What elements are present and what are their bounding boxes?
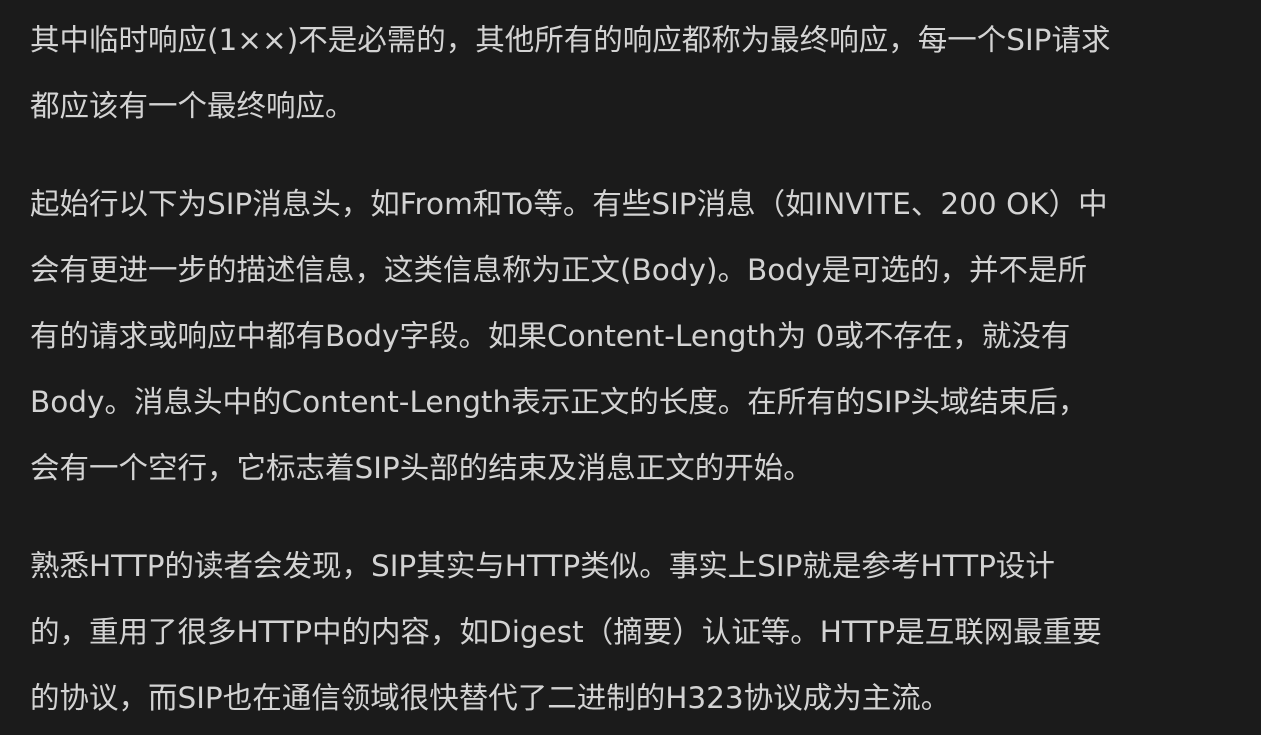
text-line: 会有一个空行，它标志着SIP头部的结束及消息正文的开始。: [30, 451, 813, 485]
paragraph-provisional-responses: 其中临时响应(1××)不是必需的，其他所有的响应都称为最终响应，每一个SIP请求…: [30, 7, 1230, 139]
paragraph-sip-vs-http: 熟悉HTTP的读者会发现，SIP其实与HTTP类似。事实上SIP就是参考HTTP…: [30, 533, 1230, 731]
text-line: 熟悉HTTP的读者会发现，SIP其实与HTTP类似。事实上SIP就是参考HTTP…: [30, 549, 1055, 583]
paragraph-sip-headers-body: 起始行以下为SIP消息头，如From和To等。有些SIP消息（如INVITE、2…: [30, 171, 1230, 501]
article-body: 其中临时响应(1××)不是必需的，其他所有的响应都称为最终响应，每一个SIP请求…: [30, 7, 1230, 731]
text-line: 有的请求或响应中都有Body字段。如果Content-Length为 0或不存在…: [30, 319, 1071, 353]
text-line: 都应该有一个最终响应。: [30, 89, 355, 123]
text-line: 其中临时响应(1××)不是必需的，其他所有的响应都称为最终响应，每一个SIP请求: [30, 23, 1111, 57]
text-line: 的协议，而SIP也在通信领域很快替代了二进制的H323协议成为主流。: [30, 681, 951, 715]
text-line: Body。消息头中的Content-Length表示正文的长度。在所有的SIP头…: [30, 385, 1088, 419]
text-line: 起始行以下为SIP消息头，如From和To等。有些SIP消息（如INVITE、2…: [30, 187, 1108, 221]
text-line: 的，重用了很多HTTP中的内容，如Digest（摘要）认证等。HTTP是互联网最…: [30, 615, 1102, 649]
text-line: 会有更进一步的描述信息，这类信息称为正文(Body)。Body是可选的，并不是所: [30, 253, 1087, 287]
